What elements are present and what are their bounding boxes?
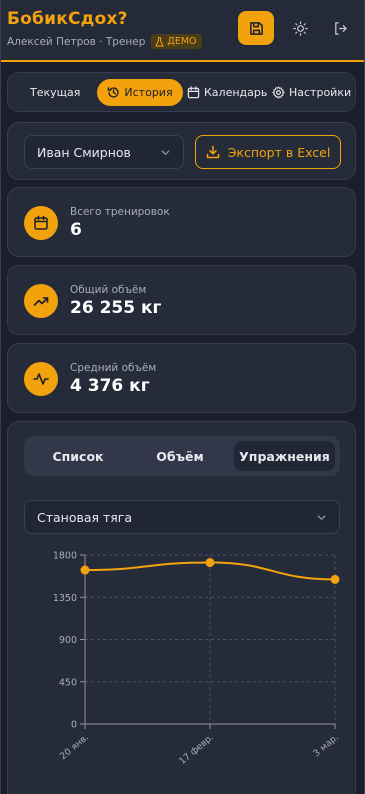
stat-card-average-volume: Средний объём 4 376 кг bbox=[7, 343, 356, 413]
athlete-select[interactable]: Иван Смирнов bbox=[24, 135, 184, 169]
stat-icon-badge bbox=[24, 206, 58, 240]
tab-calendar-label: Календарь bbox=[204, 86, 268, 99]
calendar-icon bbox=[187, 86, 200, 99]
export-excel-label: Экспорт в Excel bbox=[227, 144, 331, 160]
tab-settings[interactable]: Настройки bbox=[272, 79, 351, 106]
logout-button[interactable] bbox=[322, 11, 358, 45]
tab-history-label: История bbox=[124, 86, 173, 99]
save-icon bbox=[249, 21, 263, 35]
download-icon bbox=[206, 145, 219, 159]
athlete-select-value: Иван Смирнов bbox=[37, 144, 131, 160]
stat-card-total-workouts: Всего тренировок 6 bbox=[7, 187, 356, 257]
stat-icon-badge bbox=[24, 284, 58, 318]
gear-icon bbox=[272, 86, 285, 99]
stat-card-total-volume: Общий объём 26 255 кг bbox=[7, 265, 356, 335]
export-excel-button[interactable]: Экспорт в Excel bbox=[195, 135, 341, 169]
tab-settings-label: Настройки bbox=[289, 86, 352, 99]
data-point bbox=[205, 558, 215, 568]
stat-icon-badge bbox=[24, 362, 58, 396]
tab-calendar[interactable]: Календарь bbox=[187, 79, 267, 106]
stat-label: Средний объём bbox=[70, 362, 157, 374]
trending-up-icon bbox=[33, 297, 49, 306]
tab-current[interactable]: Текущая bbox=[30, 79, 80, 106]
flask-icon bbox=[155, 36, 165, 46]
app-header: БобикСдох? Алексей Петров · Тренер ДЕМО bbox=[1, 0, 364, 62]
history-icon bbox=[108, 87, 120, 98]
y-tick-label: 1350 bbox=[53, 593, 77, 604]
activity-icon bbox=[33, 373, 49, 385]
main-nav: Текущая История Календарь Настройки bbox=[7, 72, 356, 112]
demo-badge: ДЕМО bbox=[151, 34, 202, 49]
y-tick-label: 450 bbox=[59, 677, 77, 688]
data-point bbox=[330, 574, 340, 584]
y-tick-label: 1800 bbox=[53, 551, 77, 562]
x-tick-label: 17 февр. bbox=[178, 733, 216, 767]
demo-badge-label: ДЕМО bbox=[167, 36, 197, 47]
logout-icon bbox=[334, 21, 347, 35]
filter-panel: Иван Смирнов Экспорт в Excel bbox=[7, 122, 356, 180]
save-button[interactable] bbox=[238, 11, 274, 45]
stat-value: 26 255 кг bbox=[70, 298, 162, 318]
data-point bbox=[80, 565, 90, 575]
history-chart-panel: Список Объём Упражнения Становая тяга 04… bbox=[7, 421, 356, 794]
tab-history[interactable]: История bbox=[97, 79, 183, 106]
calendar-icon bbox=[34, 215, 48, 230]
app-window: БобикСдох? Алексей Петров · Тренер ДЕМО bbox=[0, 0, 365, 794]
stat-value: 6 bbox=[70, 220, 82, 240]
y-tick-label: 900 bbox=[59, 635, 77, 646]
x-tick-label: 20 янв. bbox=[59, 733, 91, 762]
user-name-role: Алексей Петров · Тренер bbox=[7, 35, 146, 48]
stat-value: 4 376 кг bbox=[70, 376, 150, 396]
stat-label: Всего тренировок bbox=[70, 206, 170, 218]
user-info: Алексей Петров · Тренер ДЕМО bbox=[7, 34, 202, 49]
exercise-progress-chart: 0 450 900 1350 1800 20 янв. 17 февр. 3 мар. bbox=[53, 551, 341, 767]
sun-icon bbox=[292, 20, 308, 36]
chevron-down-icon bbox=[161, 150, 170, 155]
x-tick-label: 3 мар. bbox=[312, 733, 341, 760]
stat-label: Общий объём bbox=[70, 284, 147, 296]
tab-current-label: Текущая bbox=[30, 86, 81, 99]
y-tick-label: 0 bbox=[71, 720, 77, 731]
app-title: БобикСдох? bbox=[7, 9, 128, 29]
theme-toggle-button[interactable] bbox=[282, 11, 318, 45]
